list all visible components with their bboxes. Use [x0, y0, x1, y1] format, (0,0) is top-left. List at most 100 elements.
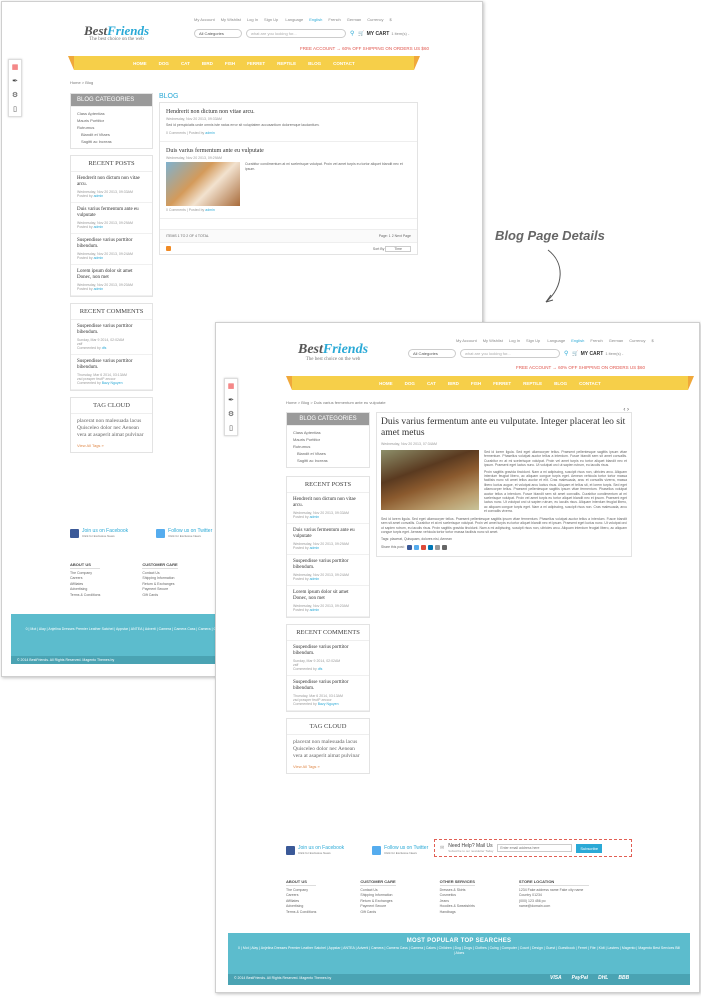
- view-all-tags-link[interactable]: View All Tags »: [71, 443, 152, 452]
- entry-title[interactable]: Hendrerit non dictum non vitae arcu.: [166, 109, 411, 115]
- lang-english[interactable]: English: [309, 17, 322, 22]
- wishlist-link[interactable]: My Wishlist: [483, 338, 503, 343]
- nav-ferret[interactable]: FERRET: [247, 61, 265, 66]
- category-item[interactable]: Rutrumus: [77, 124, 146, 131]
- twitter-link[interactable]: Follow us on Twitter Click for Exclusive …: [372, 845, 428, 855]
- subscribe-button[interactable]: Subscribe: [576, 843, 603, 853]
- post-author[interactable]: admin: [94, 287, 104, 291]
- post-author[interactable]: admin: [310, 608, 320, 612]
- lang-french[interactable]: French: [590, 338, 602, 343]
- post-title[interactable]: Duis varius fermentum ante eu vulputate: [293, 528, 363, 540]
- post-title[interactable]: Suspendisse varius porttitor bibendum.: [77, 238, 146, 250]
- linkedin-icon[interactable]: [427, 544, 433, 550]
- post-author[interactable]: admin: [310, 546, 320, 550]
- email-icon[interactable]: [434, 544, 440, 550]
- category-item[interactable]: Mauris Porttitor: [293, 436, 363, 443]
- nav-blog[interactable]: BLOG: [308, 61, 321, 66]
- comment-post-title[interactable]: Suspendisse varius porttitor bibendum.: [77, 359, 146, 371]
- footer-link[interactable]: Terms & Conditions: [286, 910, 316, 916]
- recent-post-item[interactable]: Suspendisse varius porttitor bibendum. We…: [287, 555, 369, 586]
- nav-reptile[interactable]: REPTILE: [277, 61, 296, 66]
- print-icon[interactable]: [441, 544, 447, 550]
- footer-link[interactable]: Hoodies & Sweatshirts: [440, 904, 475, 910]
- post-title[interactable]: Hendrerit non dictum non vitae arcu.: [77, 176, 146, 188]
- comment-item[interactable]: Suspendisse varius porttitor bibendum. Th…: [287, 676, 369, 711]
- facebook-link[interactable]: Join us on Facebook Click for Exclusive N…: [286, 845, 344, 855]
- footer-link[interactable]: Terms & Conditions: [70, 593, 100, 599]
- post-author[interactable]: admin: [94, 194, 104, 198]
- comment-post-title[interactable]: Suspendisse varius porttitor bibendum.: [293, 645, 363, 657]
- category-select[interactable]: All Categories: [194, 29, 242, 38]
- nav-bird[interactable]: BIRD: [448, 381, 459, 386]
- post-title[interactable]: Suspendisse varius porttitor bibendum.: [293, 559, 363, 571]
- post-tags[interactable]: Tags: placerat, Quisquam, dolores nisi, …: [381, 537, 627, 541]
- post-author[interactable]: admin: [94, 256, 104, 260]
- comment-item[interactable]: Suspendisse varius porttitor bibendum. Th…: [71, 355, 152, 390]
- facebook-icon[interactable]: [406, 544, 412, 550]
- gear-icon[interactable]: ⚙: [228, 410, 234, 418]
- signup-link[interactable]: Sign Up: [264, 17, 278, 22]
- recent-post-item[interactable]: Lorem ipsum dolor sit amet Donec, non me…: [71, 265, 152, 296]
- google-plus-icon[interactable]: [420, 544, 426, 550]
- twitter-link[interactable]: Follow us on Twitter Click for Exclusive …: [156, 528, 212, 538]
- recent-post-item[interactable]: Suspendisse varius porttitor bibendum. We…: [71, 234, 152, 265]
- entry-author[interactable]: admin: [205, 131, 215, 135]
- footer-link[interactable]: Shipping Information: [360, 893, 395, 899]
- logo[interactable]: BestFriends The best choice on the web: [84, 24, 149, 42]
- brush-icon[interactable]: ✒: [12, 77, 18, 85]
- cart-button[interactable]: 🛒 MY CART 1 item(s) -: [572, 351, 623, 357]
- store-email[interactable]: name@domain.com: [519, 904, 589, 910]
- recent-post-item[interactable]: Lorem ipsum dolor sit amet Donec, non me…: [287, 586, 369, 617]
- nav-fish[interactable]: FISH: [225, 61, 235, 66]
- nav-cat[interactable]: CAT: [427, 381, 436, 386]
- comment-item[interactable]: Suspendisse varius porttitor bibendum. Su…: [71, 320, 152, 355]
- logo[interactable]: BestFriends The best choice on the web: [298, 343, 368, 363]
- nav-home[interactable]: HOME: [133, 61, 147, 66]
- tag-list[interactable]: placerat non malesuada lacus Quisceleo d…: [71, 414, 152, 443]
- lang-english[interactable]: English: [571, 338, 584, 343]
- category-item[interactable]: Sagitti ac Increas: [77, 138, 146, 145]
- recent-post-item[interactable]: Hendrerit non dictum non vitae arcu. Wedn…: [71, 172, 152, 203]
- lang-german[interactable]: German: [609, 338, 623, 343]
- currency-value[interactable]: $: [651, 338, 653, 343]
- page-links[interactable]: Page: 1 2 Next Page: [379, 234, 411, 238]
- signup-link[interactable]: Sign Up: [526, 338, 540, 343]
- comment-post-title[interactable]: Suspendisse varius porttitor bibendum.: [293, 680, 363, 692]
- post-author[interactable]: admin: [94, 225, 104, 229]
- search-input[interactable]: what are you looking for...: [460, 349, 560, 358]
- nav-home[interactable]: HOME: [379, 381, 393, 386]
- category-item[interactable]: Sagitti ac Increas: [293, 457, 363, 464]
- post-author[interactable]: admin: [310, 515, 320, 519]
- footer-link[interactable]: Gift Cards: [142, 593, 177, 599]
- nav-contact[interactable]: CONTACT: [333, 61, 355, 66]
- entry-title[interactable]: Duis varius fermentum ante eu vulputate: [166, 148, 411, 154]
- search-input[interactable]: what are you looking for...: [246, 29, 346, 38]
- footer-link[interactable]: Gift Cards: [360, 910, 395, 916]
- category-select[interactable]: All Categories: [408, 349, 456, 358]
- category-item[interactable]: Rutrumus: [293, 443, 363, 450]
- comment-post-title[interactable]: Suspendisse varius porttitor bibendum.: [77, 324, 146, 336]
- entry-author[interactable]: admin: [205, 208, 215, 212]
- twitter-icon[interactable]: [413, 544, 419, 550]
- entry-meta[interactable]: 0 Comments | Posted by: [166, 131, 204, 135]
- rss-icon[interactable]: [166, 246, 171, 251]
- entry-meta[interactable]: 0 Comments | Posted by: [166, 208, 204, 212]
- nav-reptile[interactable]: REPTILE: [523, 381, 542, 386]
- palette-icon[interactable]: ▦: [228, 382, 235, 390]
- facebook-link[interactable]: Join us on Facebook Click for Exclusive N…: [70, 528, 128, 538]
- comment-item[interactable]: Suspendisse varius porttitor bibendum. Su…: [287, 641, 369, 676]
- nav-ferret[interactable]: FERRET: [493, 381, 511, 386]
- post-author[interactable]: admin: [310, 577, 320, 581]
- category-item[interactable]: Blandit et Vitaes: [293, 450, 363, 457]
- chevron-left-icon[interactable]: ‹: [623, 407, 625, 413]
- category-item[interactable]: Blandit et Vitaes: [77, 131, 146, 138]
- my-account-link[interactable]: My Account: [456, 338, 477, 343]
- prev-next-arrows[interactable]: ‹ ›: [623, 407, 629, 413]
- recent-post-item[interactable]: Hendrerit non dictum non vitae arcu. Wedn…: [287, 493, 369, 524]
- top-searches-list[interactable]: 0 | Mot | Alay | Anjelina Dresses Premie…: [228, 944, 690, 958]
- footer-link[interactable]: Shipping Information: [142, 576, 177, 582]
- post-title[interactable]: Duis varius fermentum ante eu vulputate: [77, 207, 146, 219]
- mobile-icon[interactable]: ▯: [229, 424, 233, 432]
- newsletter-email-input[interactable]: [497, 844, 573, 852]
- recent-post-item[interactable]: Duis varius fermentum ante eu vulputate W…: [71, 203, 152, 234]
